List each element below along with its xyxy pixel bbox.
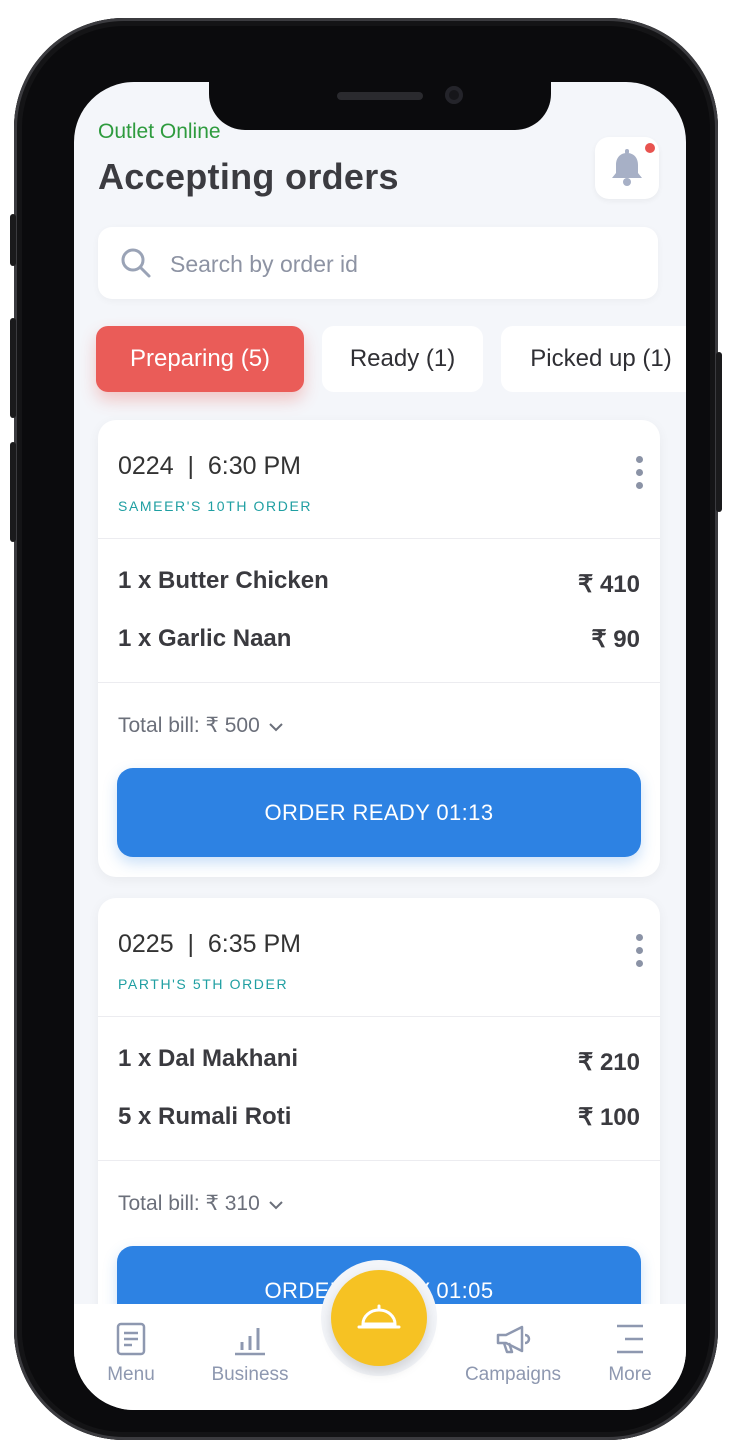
order-item-name: 5 x Rumali Roti	[118, 1103, 292, 1130]
more-options-icon[interactable]	[634, 934, 644, 970]
volume-up-button	[10, 318, 16, 418]
notification-dot	[645, 143, 655, 153]
search-icon	[120, 247, 152, 284]
app-screen: Outlet Online Accepting orders Preparing…	[74, 82, 686, 1410]
megaphone-icon	[496, 1325, 531, 1354]
nav-more[interactable]: More	[598, 1322, 662, 1386]
order-customer-label: SAMEER'S 10TH ORDER	[118, 498, 313, 514]
divider	[98, 1160, 660, 1161]
phone-frame: Outlet Online Accepting orders Preparing…	[10, 18, 722, 1440]
nav-label: Business	[211, 1364, 289, 1385]
divider	[98, 1016, 660, 1017]
total-bill-toggle[interactable]: Total bill: ₹ 310	[118, 1191, 284, 1216]
notifications-button[interactable]	[595, 137, 659, 199]
nav-label: More	[608, 1364, 652, 1385]
page-title: Accepting orders	[98, 156, 399, 197]
divider	[98, 538, 660, 539]
order-item-price: ₹ 100	[578, 1104, 640, 1131]
tab-picked-up[interactable]: Picked up (1)	[501, 326, 686, 392]
search-bar[interactable]	[98, 227, 658, 299]
tab-ready[interactable]: Ready (1)	[322, 326, 483, 392]
order-item-price: ₹ 90	[591, 626, 640, 653]
nav-label: Menu	[107, 1364, 155, 1385]
mute-switch	[10, 214, 16, 266]
nav-label: Campaigns	[464, 1364, 562, 1385]
notch	[209, 82, 551, 130]
order-ready-button[interactable]: ORDER READY 01:13	[117, 768, 641, 857]
chevron-down-icon	[268, 1192, 284, 1216]
menu-book-icon	[116, 1322, 146, 1356]
divider	[98, 682, 660, 683]
order-item-price: ₹ 410	[578, 571, 640, 598]
order-item-price: ₹ 210	[578, 1049, 640, 1076]
total-bill-text: Total bill: ₹ 310	[118, 1192, 260, 1215]
speaker	[337, 92, 423, 100]
power-button	[716, 352, 722, 512]
fab-circle	[331, 1270, 427, 1366]
order-item-name: 1 x Dal Makhani	[118, 1045, 299, 1072]
volume-down-button	[10, 442, 16, 542]
total-bill-toggle[interactable]: Total bill: ₹ 500	[118, 713, 284, 738]
order-card[interactable]: 0224 | 6:30 PM SAMEER'S 10TH ORDER 1 x B…	[98, 420, 660, 877]
tab-preparing[interactable]: Preparing (5)	[96, 326, 304, 392]
nav-menu[interactable]: Menu	[96, 1322, 166, 1386]
order-id-time: 0225 | 6:35 PM	[118, 930, 301, 958]
order-id-time: 0224 | 6:30 PM	[118, 452, 301, 480]
cloche-icon	[357, 1304, 401, 1329]
search-input[interactable]	[168, 241, 642, 287]
chevron-down-icon	[268, 714, 284, 738]
total-bill-text: Total bill: ₹ 500	[118, 714, 260, 737]
bottom-navigation: Menu Business Campaigns More	[74, 1260, 686, 1410]
order-item-name: 1 x Butter Chicken	[118, 567, 329, 594]
nav-campaigns[interactable]: Campaigns	[457, 1322, 569, 1386]
order-customer-label: PARTH'S 5TH ORDER	[118, 976, 289, 992]
more-options-icon[interactable]	[634, 456, 644, 492]
front-camera	[445, 86, 463, 104]
order-item-name: 1 x Garlic Naan	[118, 625, 292, 652]
orders-fab[interactable]	[321, 1260, 437, 1376]
nav-business[interactable]: Business	[202, 1322, 298, 1386]
hamburger-icon	[617, 1324, 643, 1354]
outlet-status: Outlet Online	[98, 120, 221, 143]
bar-chart-icon	[235, 1328, 265, 1356]
